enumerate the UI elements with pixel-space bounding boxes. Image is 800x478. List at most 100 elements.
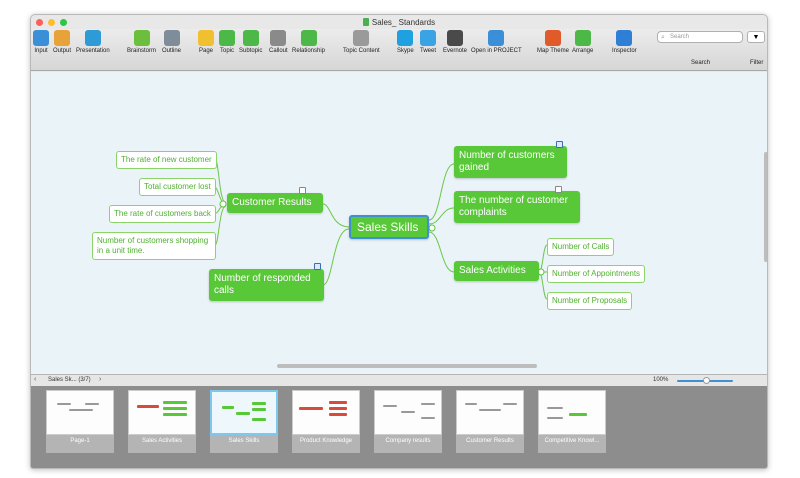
preview-shape: [421, 403, 435, 405]
page-icon: [198, 30, 214, 46]
twitter-icon: [420, 30, 436, 46]
toolbar-label: Arrange: [572, 48, 594, 54]
topic-customers-gained[interactable]: Number of customers gained: [454, 146, 567, 178]
page-thumbnail[interactable]: Competitive Knowl...: [538, 390, 606, 460]
page-preview: [128, 390, 196, 435]
toolbar-output-button[interactable]: Output: [53, 29, 71, 54]
input-icon: [33, 30, 49, 46]
preview-shape: [236, 412, 250, 415]
toolbar-skype-button[interactable]: Skype: [397, 29, 414, 54]
toolbar-relationship-button[interactable]: Relationship: [292, 29, 325, 54]
subtopic-customers-shopping[interactable]: Number of customers shopping in a unit t…: [92, 232, 216, 260]
toolbar-inspector-button[interactable]: Inspector: [612, 29, 637, 54]
search-placeholder: Search: [670, 34, 690, 40]
page-thumbnail[interactable]: Sales Skills: [210, 390, 278, 460]
page-preview: [456, 390, 524, 435]
topic-responded-calls[interactable]: Number of responded calls: [209, 269, 324, 301]
mind-map-canvas[interactable]: The rate of new customer Total customer …: [31, 72, 767, 374]
filter-button[interactable]: ▼: [747, 31, 765, 43]
toolbar-topic-content-button[interactable]: Topic Content: [343, 29, 380, 54]
preview-shape: [222, 406, 234, 409]
toolbar-topic-button[interactable]: Topic: [219, 29, 235, 54]
toolbar-twitter-button[interactable]: Tweet: [420, 29, 436, 54]
output-icon: [54, 30, 70, 46]
page-thumbnail-label: Sales Activities: [128, 435, 196, 453]
page-thumbnail[interactable]: Company results: [374, 390, 442, 460]
zoom-level[interactable]: 100%: [653, 377, 668, 383]
toolbar-brainstorm-button[interactable]: Brainstorm: [127, 29, 156, 54]
toolbar-label: Brainstorm: [127, 48, 157, 54]
connector-line: [428, 231, 455, 273]
topic-sales-activities[interactable]: Sales Activities: [454, 261, 539, 281]
page-thumbnail[interactable]: Product Knowledge: [292, 390, 360, 460]
preview-shape: [569, 413, 587, 416]
note-icon: [314, 263, 321, 270]
collapse-toggle: [428, 224, 436, 232]
map-theme-icon: [544, 30, 561, 46]
toolbar-arrange-button[interactable]: Arrange: [572, 29, 593, 54]
page-thumbnail[interactable]: Page-1: [46, 390, 114, 460]
preview-shape: [465, 403, 477, 405]
toolbar-label: Presentation: [76, 48, 110, 54]
subtopic-number-appointments[interactable]: Number of Appointments: [547, 265, 646, 283]
preview-shape: [252, 418, 266, 421]
central-topic[interactable]: Sales Skills: [349, 215, 429, 239]
funnel-icon: ▼: [752, 34, 760, 41]
toolbar-input-button[interactable]: Input: [33, 29, 49, 54]
topic-customer-complaints[interactable]: The number of customer complaints: [454, 191, 580, 223]
preview-shape: [163, 401, 187, 404]
toolbar-presentation-button[interactable]: Presentation: [76, 29, 110, 54]
subtopic-rate-customers-back[interactable]: The rate of customers back: [109, 205, 216, 223]
connector-line: [214, 205, 227, 246]
preview-shape: [163, 413, 187, 416]
collapse-toggle: [219, 200, 227, 208]
status-bar: ‹ Sales Sk... (3/7) › 100%: [31, 374, 767, 386]
preview-shape: [329, 401, 347, 404]
relationship-icon: [300, 30, 317, 46]
toolbar-subtopic-button[interactable]: Subtopic: [239, 29, 262, 54]
subtopic-number-proposals[interactable]: Number of Proposals: [547, 292, 633, 310]
callout-icon: [270, 30, 287, 46]
topic-content-icon: [353, 30, 370, 46]
toolbar-page-button[interactable]: Page: [198, 29, 214, 54]
page-thumbnail[interactable]: Customer Results: [456, 390, 524, 460]
page-thumbnail-label: Customer Results: [456, 435, 524, 453]
toolbar-outline-button[interactable]: Outline: [162, 29, 181, 54]
app-window: Sales_ Standards Input Output Presentation…: [30, 14, 768, 469]
toolbar-project-button[interactable]: Open in PROJECT: [471, 29, 522, 54]
toolbar-callout-button[interactable]: Callout: [269, 29, 288, 54]
toolbar-label: Topic: [219, 48, 234, 54]
toolbar-label: Inspector: [612, 48, 637, 54]
subtopic-number-calls[interactable]: Number of Calls: [547, 238, 615, 256]
subtopic-total-customer-lost[interactable]: Total customer lost: [139, 178, 216, 196]
skype-icon: [397, 30, 414, 46]
arrange-icon: [574, 30, 591, 46]
toolbar: Input Output Presentation Brainstorm Outline…: [31, 29, 767, 71]
previous-page-icon[interactable]: ‹: [34, 376, 36, 383]
topic-customer-results[interactable]: Customer Results: [227, 193, 323, 213]
page-thumbnail[interactable]: Sales Activities: [128, 390, 196, 460]
page-preview: [46, 390, 114, 435]
connector-line: [538, 244, 548, 273]
vertical-scrollbar[interactable]: [764, 152, 767, 262]
toolbar-label: Page: [198, 48, 213, 54]
preview-shape: [163, 407, 187, 410]
filter-label: Filter: [750, 60, 764, 66]
toolbar-map-theme-button[interactable]: Map Theme: [537, 29, 569, 54]
page-preview: [374, 390, 442, 435]
subtopic-rate-new-customer[interactable]: The rate of new customer: [116, 151, 217, 169]
toolbar-evernote-button[interactable]: Evernote: [443, 29, 467, 54]
next-page-icon[interactable]: ›: [99, 376, 101, 383]
inspector-icon: [616, 30, 633, 46]
search-input[interactable]: ⌕ Search: [657, 31, 743, 43]
preview-shape: [252, 402, 266, 405]
preview-shape: [69, 409, 93, 411]
page-thumbnails: Page-1 Sales Activities Sales Skills Produc…: [31, 386, 767, 468]
title-bar: Sales_ Standards: [31, 15, 767, 30]
zoom-slider-handle[interactable]: [703, 377, 710, 384]
page-indicator[interactable]: Sales Sk... (3/7): [48, 377, 91, 383]
connector-line: [428, 163, 455, 221]
horizontal-scrollbar[interactable]: [277, 364, 537, 368]
preview-shape: [503, 403, 517, 405]
toolbar-label: Output: [53, 48, 72, 54]
